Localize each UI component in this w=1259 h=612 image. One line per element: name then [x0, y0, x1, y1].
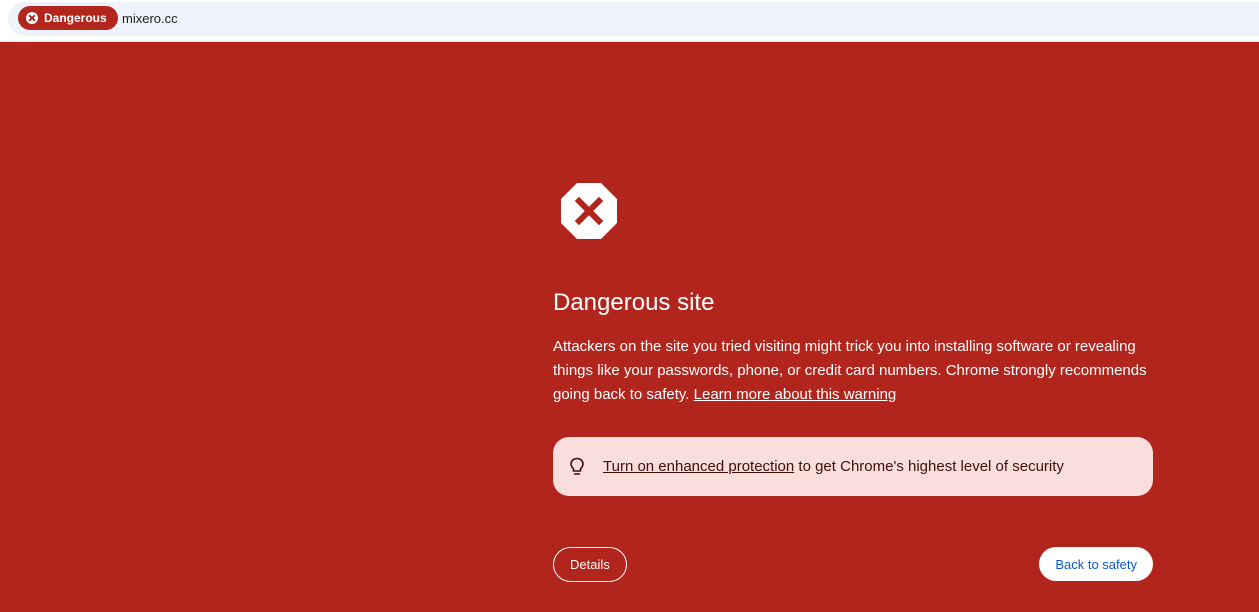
browser-toolbar: Dangerous mixero.cc — [0, 0, 1259, 42]
back-to-safety-button[interactable]: Back to safety — [1039, 547, 1153, 581]
enhanced-protection-suffix: to get Chrome's highest level of securit… — [794, 458, 1064, 475]
enhanced-protection-link[interactable]: Turn on enhanced protection — [603, 458, 794, 475]
stop-sign-x-icon — [561, 183, 617, 239]
details-button[interactable]: Details — [553, 547, 627, 582]
enhanced-protection-text: Turn on enhanced protection to get Chrom… — [603, 458, 1064, 475]
lightbulb-icon — [570, 457, 584, 475]
interstitial-content: Dangerous site Attackers on the site you… — [553, 42, 1153, 612]
security-chip-label: Dangerous — [44, 11, 107, 25]
warning-description: Attackers on the site you tried visiting… — [553, 335, 1153, 407]
learn-more-link[interactable]: Learn more about this warning — [694, 386, 897, 403]
url-text[interactable]: mixero.cc — [122, 11, 178, 26]
error-circle-icon — [26, 12, 38, 24]
security-chip[interactable]: Dangerous — [18, 6, 118, 30]
enhanced-protection-callout: Turn on enhanced protection to get Chrom… — [553, 437, 1153, 496]
page-title: Dangerous site — [553, 289, 715, 316]
address-bar[interactable]: Dangerous mixero.cc — [8, 2, 1259, 36]
